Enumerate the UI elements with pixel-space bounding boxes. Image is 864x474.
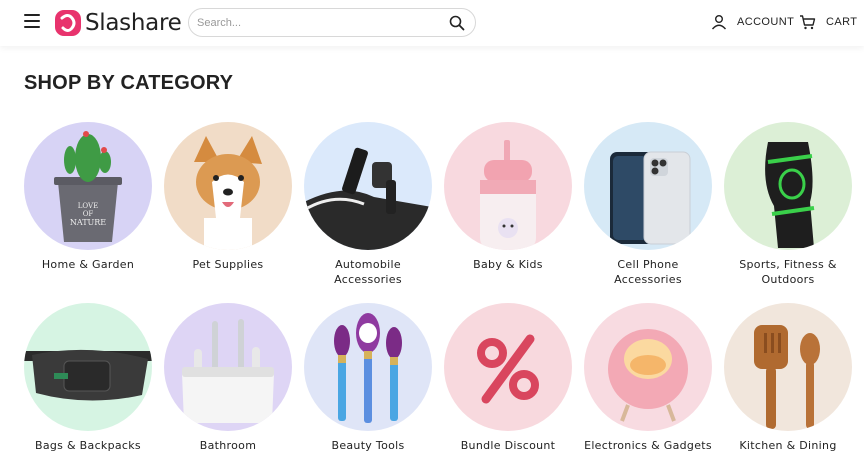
category-cell-phone-accessories[interactable]: Cell Phone Accessories [583, 122, 713, 287]
category-label: Bathroom [199, 439, 257, 452]
category-bags-backpacks[interactable]: Bags & Backpacks [23, 303, 153, 453]
search-input[interactable] [197, 16, 437, 29]
category-image [304, 122, 432, 250]
wooden-utensils-icon [724, 303, 852, 431]
category-label: Bags & Backpacks [35, 439, 141, 452]
category-automobile-accessories[interactable]: Automobile Accessories [303, 122, 433, 287]
cart-link[interactable]: CART [799, 14, 857, 30]
hamburger-menu-icon[interactable] [24, 14, 40, 28]
account-label: ACCOUNT [737, 16, 795, 28]
category-label: Beauty Tools [331, 439, 405, 452]
svg-text:NATURE: NATURE [70, 218, 106, 227]
category-image [164, 303, 292, 431]
category-home-garden[interactable]: LOVE OF NATURE Home & Garden [23, 122, 153, 272]
car-phone-holder-icon [304, 122, 432, 250]
cart-label: CART [826, 16, 858, 28]
brand-logo[interactable]: Slashare [54, 8, 182, 38]
category-label: Bundle Discount [460, 439, 556, 452]
category-image [724, 122, 852, 250]
category-sports-fitness-outdoors[interactable]: Sports, Fitness & Outdoors [723, 122, 853, 287]
category-kitchen-dining[interactable]: Kitchen & Dining [723, 303, 853, 453]
section-title: SHOP BY CATEGORY [24, 72, 234, 94]
makeup-brushes-icon [304, 303, 432, 431]
category-label: Automobile Accessories [334, 258, 402, 286]
night-lamp-icon [584, 303, 712, 431]
category-baby-kids[interactable]: Baby & Kids [443, 122, 573, 272]
svg-text:OF: OF [83, 210, 94, 218]
slashare-logo-icon [55, 10, 81, 36]
category-bathroom[interactable]: Bathroom [163, 303, 293, 453]
search-box [188, 8, 476, 37]
category-image [724, 303, 852, 431]
category-pet-supplies[interactable]: Pet Supplies [163, 122, 293, 272]
toothbrush-holder-icon [164, 303, 292, 431]
category-image [164, 122, 292, 250]
category-label: Pet Supplies [192, 258, 264, 271]
category-beauty-tools[interactable]: Beauty Tools [303, 303, 433, 453]
category-label: Baby & Kids [473, 258, 543, 271]
sippy-cup-icon [444, 122, 572, 250]
category-image [304, 303, 432, 431]
cart-icon [800, 15, 816, 30]
search-icon[interactable] [449, 15, 465, 31]
phone-case-icon [584, 122, 712, 250]
category-label: Electronics & Gadgets [584, 439, 712, 452]
account-link[interactable]: ACCOUNT [711, 14, 794, 30]
category-bundle-discount[interactable]: Bundle Discount [443, 303, 573, 453]
cactus-pot-icon: LOVE OF NATURE [24, 122, 152, 250]
category-electronics-gadgets[interactable]: Electronics & Gadgets [583, 303, 713, 453]
category-image: LOVE OF NATURE [24, 122, 152, 250]
knee-brace-icon [724, 122, 852, 250]
category-image [584, 303, 712, 431]
category-image [24, 303, 152, 431]
category-image [444, 122, 572, 250]
user-icon [711, 15, 727, 30]
category-image [584, 122, 712, 250]
site-header: Slashare ACCOUNT CART [0, 0, 864, 46]
percent-icon [444, 303, 572, 431]
corgi-icon [164, 122, 292, 250]
brand-name: Slashare [85, 10, 182, 36]
category-label: Cell Phone Accessories [614, 258, 682, 286]
category-label: Sports, Fitness & Outdoors [739, 258, 837, 286]
category-label: Home & Garden [41, 258, 135, 271]
svg-text:LOVE: LOVE [78, 202, 98, 210]
category-label: Kitchen & Dining [739, 439, 837, 452]
waist-bag-icon [24, 303, 152, 431]
category-image [444, 303, 572, 431]
